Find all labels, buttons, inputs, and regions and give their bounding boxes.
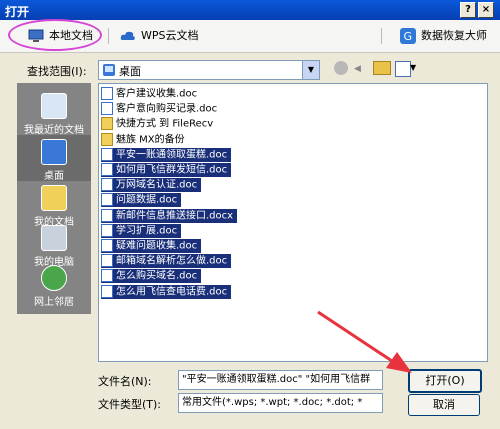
annotation-arrow	[317, 310, 412, 373]
